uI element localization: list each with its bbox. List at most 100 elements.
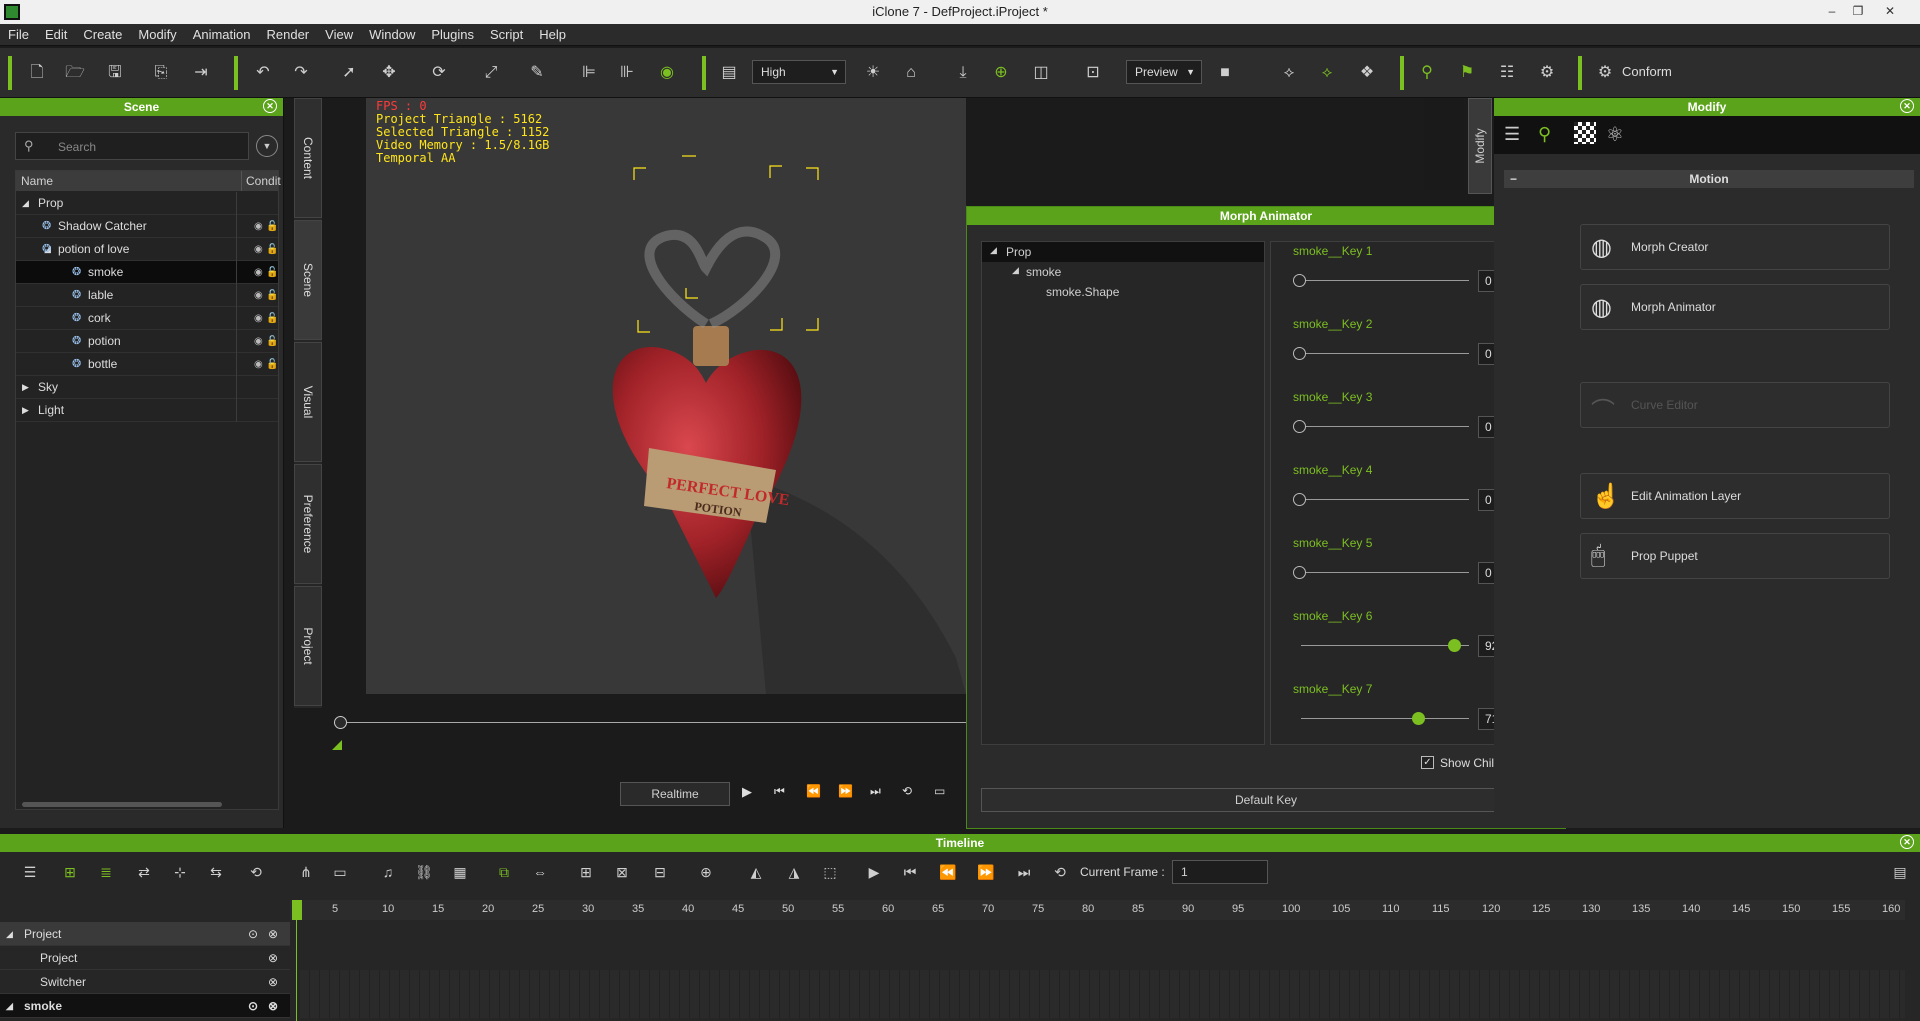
morph-slider-knob[interactable] <box>1293 274 1306 287</box>
scene-tree-row[interactable]: ▶ Light <box>16 399 278 422</box>
scene-tree-row[interactable]: ❂ potion ◉ 🔓 <box>16 330 278 353</box>
play-icon[interactable]: ▶ <box>864 862 884 882</box>
morph-slider-track[interactable] <box>1301 280 1469 281</box>
playhead-marker[interactable] <box>292 900 302 920</box>
close-icon[interactable]: ⊗ <box>268 970 278 994</box>
key-layer-icon[interactable]: ≣ <box>96 862 116 882</box>
undo-icon[interactable]: ↶ <box>252 62 274 84</box>
options-icon[interactable]: ▤ <box>1890 862 1910 882</box>
frame-icon[interactable]: ⊡ <box>1082 62 1104 84</box>
lock-icon[interactable]: 🔓 <box>266 284 278 307</box>
flag-icon[interactable]: ⚑ <box>1456 62 1478 84</box>
scene-tree-row[interactable]: ❂ Shadow Catcher ◉ 🔓 <box>16 215 278 238</box>
scene-tree-row[interactable]: ❂ lable ◉ 🔓 <box>16 284 278 307</box>
track-smoke[interactable]: ◢ smoke ⊙ ⊗ <box>0 994 290 1018</box>
loop-icon[interactable]: ⟲ <box>246 862 266 882</box>
smoke-track-lane[interactable] <box>300 994 1905 1018</box>
3d-viewport[interactable]: PERFECT LOVE POTION <box>366 98 966 694</box>
go-start-icon[interactable]: ⏮ <box>774 784 785 799</box>
tab-content[interactable]: Content <box>294 98 322 218</box>
sequence-icon[interactable]: ▭ <box>330 862 350 882</box>
clip-icon[interactable]: ⧉ <box>494 862 514 882</box>
track-switcher[interactable]: Switcher ⊗ <box>0 970 290 994</box>
eye-icon[interactable]: ◉ <box>254 353 263 376</box>
menu-help[interactable]: Help <box>531 24 574 46</box>
motion-icon[interactable]: ⚲ <box>1538 124 1551 145</box>
eye-icon[interactable]: ◉ <box>254 330 263 353</box>
fit-icon[interactable]: ⊕ <box>990 62 1012 84</box>
eye-icon[interactable]: ◉ <box>254 284 263 307</box>
go-end-icon[interactable]: ⏭ <box>870 784 881 799</box>
morph-slider-knob[interactable] <box>1293 493 1306 506</box>
home-icon[interactable]: ⌂ <box>900 62 922 84</box>
light-icon[interactable]: ☀ <box>862 62 884 84</box>
search-input[interactable]: ⚲ Search <box>15 132 249 160</box>
move-icon[interactable]: ✥ <box>378 62 400 84</box>
range-icon[interactable]: ⇆ <box>206 862 226 882</box>
track-project-root[interactable]: ◢ Project ⊙ ⊗ <box>0 922 290 946</box>
menu-modify[interactable]: Modify <box>130 24 184 46</box>
morph-slider-track[interactable] <box>1301 572 1469 573</box>
menu-animation[interactable]: Animation <box>185 24 259 46</box>
close-icon[interactable]: ⊗ <box>268 946 278 970</box>
layout-icon[interactable]: ▤ <box>718 62 740 84</box>
tab-visual[interactable]: Visual <box>294 342 322 462</box>
morph-slider-knob[interactable] <box>1448 639 1461 652</box>
camera-view-icon[interactable]: ◫ <box>1030 62 1052 84</box>
video-camera-icon[interactable]: ■ <box>1214 62 1236 84</box>
preview-dropdown[interactable]: Preview ▼ <box>1126 60 1202 84</box>
conform-button[interactable]: Conform <box>1622 64 1672 79</box>
close-icon[interactable]: ⊗ <box>268 994 278 1018</box>
time-slider-track[interactable] <box>336 722 966 723</box>
expand-icon[interactable]: ◢ <box>22 192 29 215</box>
morph-slider-knob[interactable] <box>1412 712 1425 725</box>
morph-slider-knob[interactable] <box>1293 566 1306 579</box>
morph-slider-track[interactable] <box>1301 426 1469 427</box>
transition-icon[interactable]: ⇄ <box>134 862 154 882</box>
zoom-icon[interactable]: ⊕ <box>696 862 716 882</box>
maximize-button[interactable]: ❐ <box>1848 0 1868 24</box>
filter-dropdown-button[interactable]: ▼ <box>256 135 278 157</box>
lock-icon[interactable]: 🔓 <box>266 330 278 353</box>
quality-dropdown[interactable]: High ▼ <box>752 60 846 84</box>
morph-slider-track[interactable] <box>1301 499 1469 500</box>
lock-icon[interactable]: 🔓 <box>266 307 278 330</box>
character-icon[interactable]: ⚲ <box>1416 62 1438 84</box>
prop-puppet-button[interactable]: 🖱 Prop Puppet <box>1580 533 1890 579</box>
save-icon[interactable]: 🖫 <box>104 62 126 84</box>
timeline-ruler[interactable]: 5 10 15 20 25 30 35 40 45 50 55 60 65 70 75 80 85 90 95 100… <box>290 900 1905 920</box>
split-icon[interactable]: ⋔ <box>296 862 316 882</box>
morph-slider-track[interactable] <box>1301 645 1469 646</box>
menu-file[interactable]: File <box>0 24 37 46</box>
track-list-icon[interactable]: ☰ <box>20 862 40 882</box>
step-back-icon[interactable]: ⏪ <box>806 784 821 798</box>
menu-plugins[interactable]: Plugins <box>423 24 482 46</box>
key-add-icon[interactable]: ⊞ <box>60 862 80 882</box>
group-icon[interactable]: ❖ <box>1356 62 1378 84</box>
loop-range-icon[interactable]: ⟲ <box>1050 862 1070 882</box>
motion-path-icon[interactable]: ⟡ <box>1278 62 1300 84</box>
play-icon[interactable]: ▶ <box>742 784 752 800</box>
distribute-icon[interactable]: ⊪ <box>616 62 638 84</box>
tab-project[interactable]: Project <box>294 586 322 706</box>
select-arrow-icon[interactable]: ➚ <box>338 62 360 84</box>
loop-icon[interactable]: ⟲ <box>902 784 912 798</box>
scene-tree-row[interactable]: ❂ smoke ◉ 🔓 <box>16 261 278 284</box>
close-icon[interactable]: ✕ <box>263 99 277 113</box>
morph-animator-button[interactable]: ◍ Morph Animator <box>1580 284 1890 330</box>
scene-tree-row[interactable]: ❂ bottle ◉ 🔓 <box>16 353 278 376</box>
link-icon[interactable]: ⛓ <box>414 862 434 882</box>
current-frame-input[interactable]: 1 <box>1172 860 1268 884</box>
track-project[interactable]: Project ⊗ <box>0 946 290 970</box>
curve-editor-button[interactable]: ⌒ Curve Editor <box>1580 382 1890 428</box>
eye-icon[interactable]: ◉ <box>254 238 263 261</box>
minimize-button[interactable]: – <box>1822 0 1842 24</box>
sliders-icon[interactable]: ☰ <box>1504 124 1520 145</box>
chevron-icon[interactable]: ⊙ <box>248 922 258 946</box>
morph-tree-item-smoke[interactable]: ◢ smoke <box>982 262 1264 282</box>
new-file-icon[interactable]: 🗋 <box>26 62 48 84</box>
scene-tree-row[interactable]: ◢ ❂ potion of love ◉ 🔓 <box>16 238 278 261</box>
split-frame-icon[interactable]: ⊟ <box>650 862 670 882</box>
menu-create[interactable]: Create <box>75 24 130 46</box>
drop-to-floor-icon[interactable]: ⤓ <box>952 62 974 84</box>
